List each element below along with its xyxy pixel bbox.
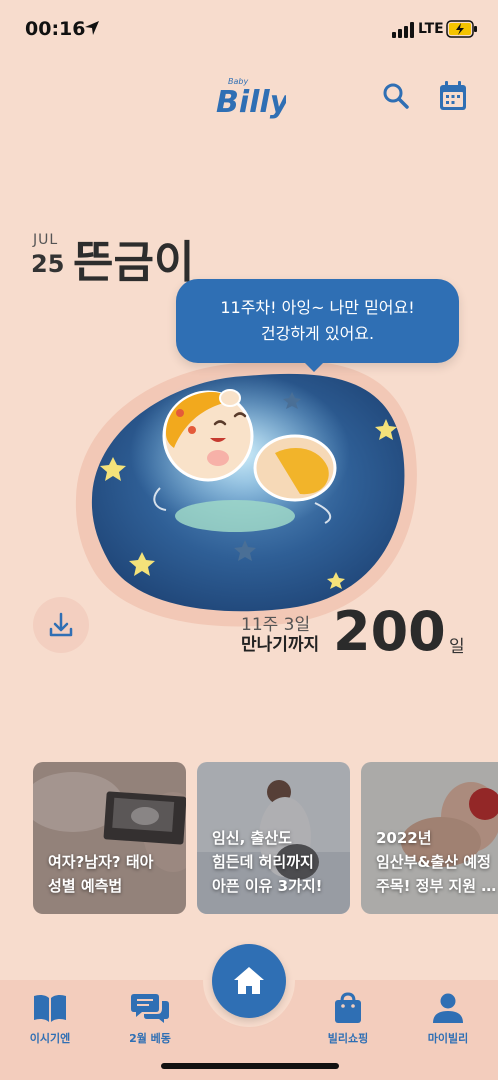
- tab-this-period[interactable]: 이시기엔: [10, 992, 90, 1046]
- article-card-title: 임신, 출산도 힘든데 허리까지 아픈 이유 3가지!: [212, 829, 323, 895]
- baby-illustration: [75, 360, 417, 627]
- status-bar: 00:16 LTE: [0, 0, 498, 60]
- tab-label: 빌리쇼핑: [327, 1032, 369, 1045]
- book-icon: [34, 994, 66, 1022]
- bubble-line-2: 건강하게 있어요.: [260, 324, 375, 343]
- tab-billy-shopping[interactable]: 빌리쇼핑: [308, 992, 388, 1046]
- article-card-title: 2022년 임산부&출산 예정 주목! 정부 지원 …: [376, 829, 497, 895]
- dday-count: 200: [333, 600, 446, 663]
- tab-label: 마이빌리: [427, 1032, 469, 1045]
- tab-label: 이시기엔: [29, 1032, 71, 1045]
- status-time: 00:16: [25, 18, 86, 40]
- tab-february-community[interactable]: 2월 베동: [110, 992, 190, 1046]
- tab-my-billy[interactable]: 마이빌리: [408, 992, 488, 1046]
- bubble-tail: [302, 360, 326, 372]
- shopping-bag-icon: [335, 992, 361, 1023]
- article-card-title: 여자?남자? 태아 성별 예측법: [48, 853, 154, 895]
- signal-icon: [392, 22, 414, 38]
- home-tab-button[interactable]: [212, 944, 286, 1018]
- download-button[interactable]: [33, 597, 89, 653]
- search-icon[interactable]: [382, 82, 410, 110]
- network-type: LTE: [418, 21, 444, 37]
- due-date-month: JUL: [33, 232, 59, 248]
- location-arrow-icon: [85, 21, 99, 35]
- baby-speech-bubble: 11주차! 아잉~ 나만 믿어요! 건강하게 있어요.: [176, 279, 459, 363]
- person-icon: [433, 993, 463, 1023]
- dday-unit: 일: [449, 637, 465, 657]
- bubble-line-1: 11주차! 아잉~ 나만 믿어요!: [220, 298, 415, 317]
- article-card[interactable]: 여자?남자? 태아 성별 예측법: [33, 762, 186, 914]
- calendar-icon[interactable]: [438, 80, 468, 112]
- chat-icon: [131, 994, 169, 1023]
- battery-icon: [446, 20, 477, 38]
- tab-label: 2월 베동: [129, 1032, 171, 1045]
- home-indicator: [161, 1063, 339, 1069]
- until-meeting-label: 만나기까지: [241, 635, 320, 655]
- article-card[interactable]: 2022년 임산부&출산 예정 주목! 정부 지원 …: [361, 762, 498, 914]
- article-carousel[interactable]: 여자?남자? 태아 성별 예측법 임신, 출산도 힘든데 허리까지 아픈 이유 …: [33, 762, 498, 914]
- home-icon: [234, 967, 264, 994]
- article-card[interactable]: 임신, 출산도 힘든데 허리까지 아픈 이유 3가지!: [197, 762, 350, 914]
- svg-text:Billy: Billy: [216, 85, 286, 120]
- due-date-day: 25: [31, 250, 65, 278]
- download-icon: [49, 612, 73, 637]
- billy-logo: Baby Billy: [216, 77, 286, 120]
